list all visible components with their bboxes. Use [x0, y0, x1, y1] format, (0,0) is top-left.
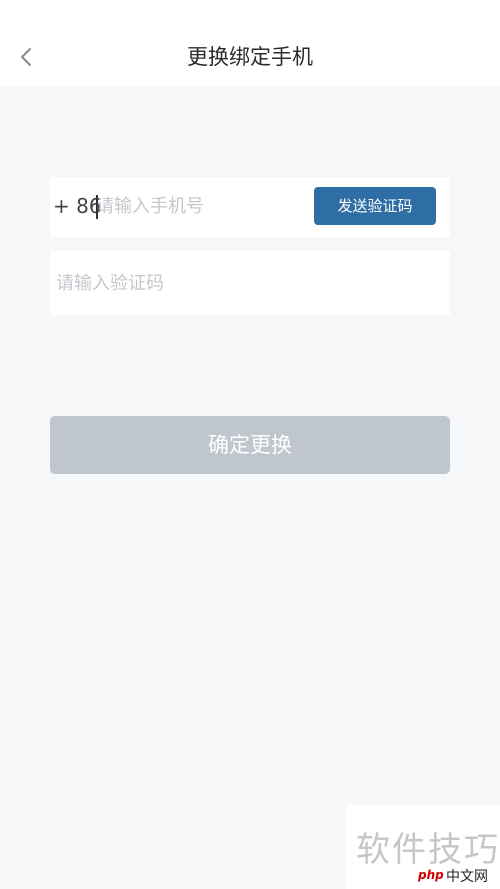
code-input[interactable]: [56, 269, 416, 297]
page-title: 更换绑定手机: [187, 45, 313, 69]
country-code: + 86: [53, 194, 102, 218]
watermark-text: 软件技巧: [356, 830, 500, 870]
header-bar: 更换绑定手机: [0, 0, 500, 86]
code-row: [50, 251, 450, 315]
watermark-php: php: [418, 868, 444, 882]
confirm-change-button[interactable]: 确定更换: [50, 416, 450, 474]
phone-row: + 86 发送验证码: [50, 177, 450, 237]
watermark-cn: 中文网: [446, 869, 488, 885]
phone-input[interactable]: [96, 192, 296, 220]
text-caret: [96, 195, 98, 219]
send-code-button[interactable]: 发送验证码: [314, 187, 436, 225]
